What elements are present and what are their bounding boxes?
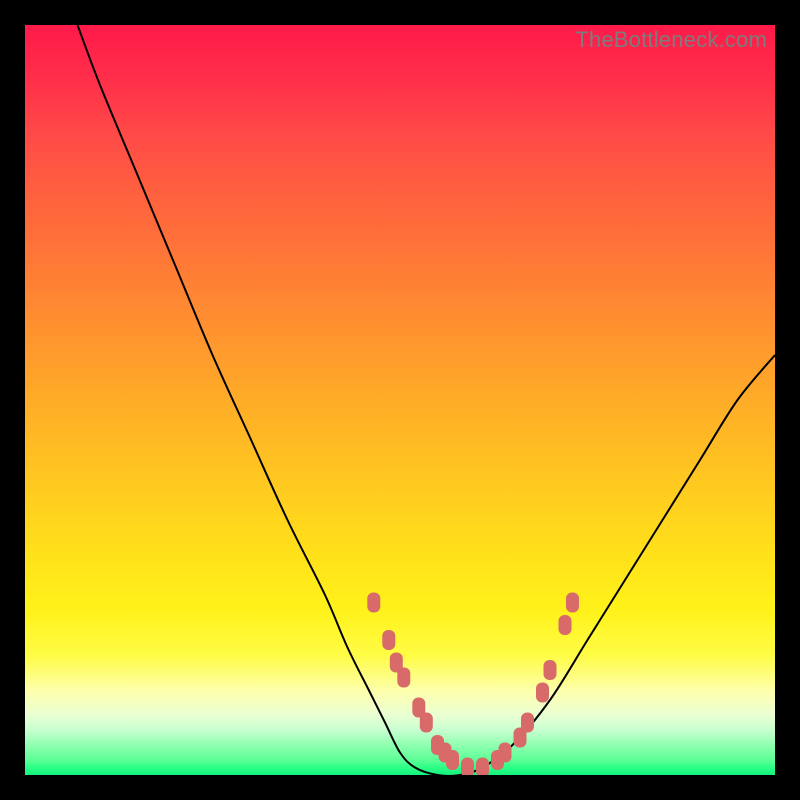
curve-marker xyxy=(397,668,410,688)
curve-marker xyxy=(420,713,433,733)
markers-group xyxy=(367,593,579,776)
curve-marker xyxy=(544,660,557,680)
curve-marker xyxy=(566,593,579,613)
curve-marker xyxy=(536,683,549,703)
curve-marker xyxy=(382,630,395,650)
bottleneck-curve xyxy=(78,25,776,775)
curve-marker xyxy=(367,593,380,613)
curve-svg xyxy=(25,25,775,775)
chart-frame: TheBottleneck.com xyxy=(0,0,800,800)
curve-marker xyxy=(521,713,534,733)
curve-marker xyxy=(559,615,572,635)
curve-marker xyxy=(476,758,489,776)
curve-marker xyxy=(499,743,512,763)
plot-area: TheBottleneck.com xyxy=(25,25,775,775)
curve-marker xyxy=(446,750,459,770)
curve-marker xyxy=(461,758,474,776)
